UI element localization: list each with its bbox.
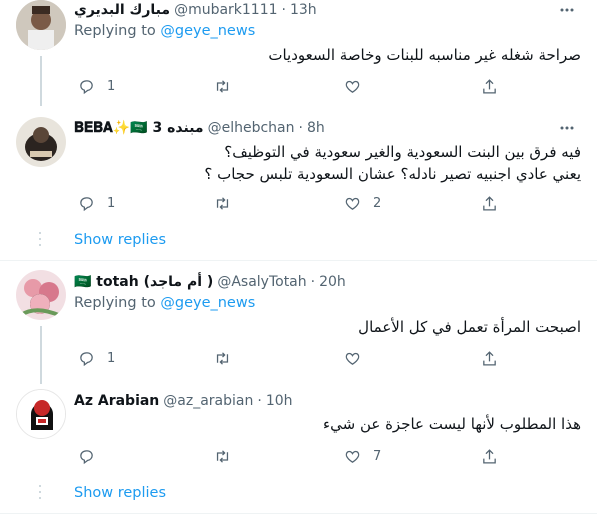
- tweet-text: فيه فرق بين البنت السعودية والغير سعودية…: [81, 141, 581, 185]
- tweet-text-line: فيه فرق بين البنت السعودية والغير سعودية…: [224, 143, 581, 161]
- retweet-icon: [216, 351, 229, 365]
- heart-icon: [345, 197, 360, 210]
- share-button[interactable]: [481, 348, 498, 368]
- separator-dot: ·: [281, 2, 286, 18]
- replying-handle-link[interactable]: @geye_news: [160, 295, 255, 311]
- reply-icon: [80, 449, 93, 464]
- share-icon: [483, 350, 496, 366]
- like-count: 7: [373, 448, 382, 464]
- retweet-icon: [216, 196, 229, 210]
- reply-button[interactable]: 1: [78, 193, 115, 213]
- avatar[interactable]: [16, 270, 66, 320]
- retweet-button[interactable]: [214, 348, 231, 368]
- reply-button[interactable]: 1: [78, 348, 115, 368]
- heart-icon: [345, 80, 360, 93]
- retweet-button[interactable]: [214, 76, 231, 96]
- display-name[interactable]: 🇸🇦 totah (أم ماجد ): [74, 274, 213, 290]
- action-bar: 1 2: [74, 193, 514, 213]
- avatar-photo: [16, 117, 66, 167]
- replying-to: Replying to @geye_news: [74, 295, 255, 311]
- share-button[interactable]: [481, 446, 498, 466]
- thread-divider: [0, 260, 597, 261]
- separator-dot: ·: [310, 274, 316, 290]
- show-replies-link[interactable]: Show replies: [74, 232, 166, 248]
- reply-count: 1: [107, 195, 116, 211]
- action-bar: 1: [74, 348, 514, 368]
- avatar[interactable]: [16, 0, 66, 50]
- retweet-icon: [216, 79, 229, 93]
- tweet-header: 🇸🇦 totah (أم ماجد ) @AsalyTotah · 20h: [74, 272, 346, 292]
- share-button[interactable]: [481, 193, 498, 213]
- separator-dot: ·: [298, 120, 303, 136]
- replying-prefix: Replying to: [74, 23, 156, 39]
- reply-button[interactable]: 1: [78, 76, 115, 96]
- tweet-text: هذا المطلوب لأنها ليست عاجزة عن شيء: [323, 415, 581, 433]
- retweet-button[interactable]: [214, 193, 231, 213]
- reply-icon: [80, 196, 93, 211]
- replying-handle-link[interactable]: @geye_news: [160, 23, 255, 39]
- heart-icon: [345, 450, 360, 463]
- show-replies-link[interactable]: Show replies: [74, 485, 166, 501]
- like-button[interactable]: [344, 76, 373, 96]
- thread-line: [40, 56, 42, 106]
- display-name[interactable]: 𝐁𝐄𝐁𝐀✨🇸🇦 مبنده 3: [74, 120, 204, 136]
- timestamp[interactable]: 8h: [307, 120, 325, 136]
- share-icon: [483, 78, 496, 94]
- user-handle[interactable]: @mubark1111: [174, 2, 277, 18]
- tweet-text-line: يعني عادي اجنبيه تصير نادله؟ عشان السعود…: [204, 165, 581, 183]
- avatar-photo: [16, 0, 66, 50]
- action-bar: 7: [74, 446, 514, 466]
- user-handle[interactable]: @elhebchan: [208, 120, 295, 136]
- share-icon: [483, 448, 496, 464]
- like-button[interactable]: 2: [344, 193, 381, 213]
- thread-line: [40, 326, 42, 384]
- like-button[interactable]: [344, 348, 373, 368]
- timestamp[interactable]: 10h: [266, 393, 293, 409]
- share-button[interactable]: [481, 76, 498, 96]
- retweet-button[interactable]: [214, 446, 231, 466]
- share-icon: [483, 195, 496, 211]
- retweet-icon: [216, 449, 229, 463]
- like-count: 2: [373, 195, 382, 211]
- heart-icon: [345, 352, 360, 365]
- reply-count: 1: [107, 350, 116, 366]
- thread-continuation-dots: [39, 232, 42, 250]
- reply-count: 1: [107, 78, 116, 94]
- avatar[interactable]: [16, 117, 66, 167]
- display-name[interactable]: Az Arabian: [74, 393, 159, 409]
- display-name[interactable]: مبارك البديري: [74, 2, 170, 18]
- replying-to: Replying to @geye_news: [74, 23, 255, 39]
- thread-continuation-dots: [39, 485, 42, 503]
- tweet-text: اصبحت المرأة تعمل في كل الأعمال: [358, 318, 581, 336]
- reply-button[interactable]: [78, 446, 107, 466]
- user-handle[interactable]: @AsalyTotah: [217, 274, 306, 290]
- more-options-icon[interactable]: [557, 0, 577, 20]
- more-options-icon[interactable]: [557, 118, 577, 138]
- tweet-header: مبارك البديري @mubark1111 · 13h: [74, 0, 317, 20]
- avatar-photo: [16, 270, 66, 320]
- tweet-text: صراحة شغله غير مناسبه للبنات وخاصة السعو…: [268, 46, 581, 64]
- tweet-header: 𝐁𝐄𝐁𝐀✨🇸🇦 مبنده 3 @elhebchan · 8h: [74, 118, 325, 138]
- reply-icon: [80, 351, 93, 366]
- tweet-header: Az Arabian @az_arabian · 10h: [74, 391, 293, 411]
- timestamp[interactable]: 13h: [290, 2, 317, 18]
- separator-dot: ·: [257, 393, 262, 409]
- replying-prefix: Replying to: [74, 295, 156, 311]
- avatar[interactable]: [16, 389, 66, 439]
- reply-icon: [80, 79, 93, 94]
- like-button[interactable]: 7: [344, 446, 381, 466]
- avatar-photo: [17, 390, 65, 438]
- timestamp[interactable]: 20h: [319, 274, 346, 290]
- user-handle[interactable]: @az_arabian: [163, 393, 253, 409]
- action-bar: 1: [74, 76, 514, 96]
